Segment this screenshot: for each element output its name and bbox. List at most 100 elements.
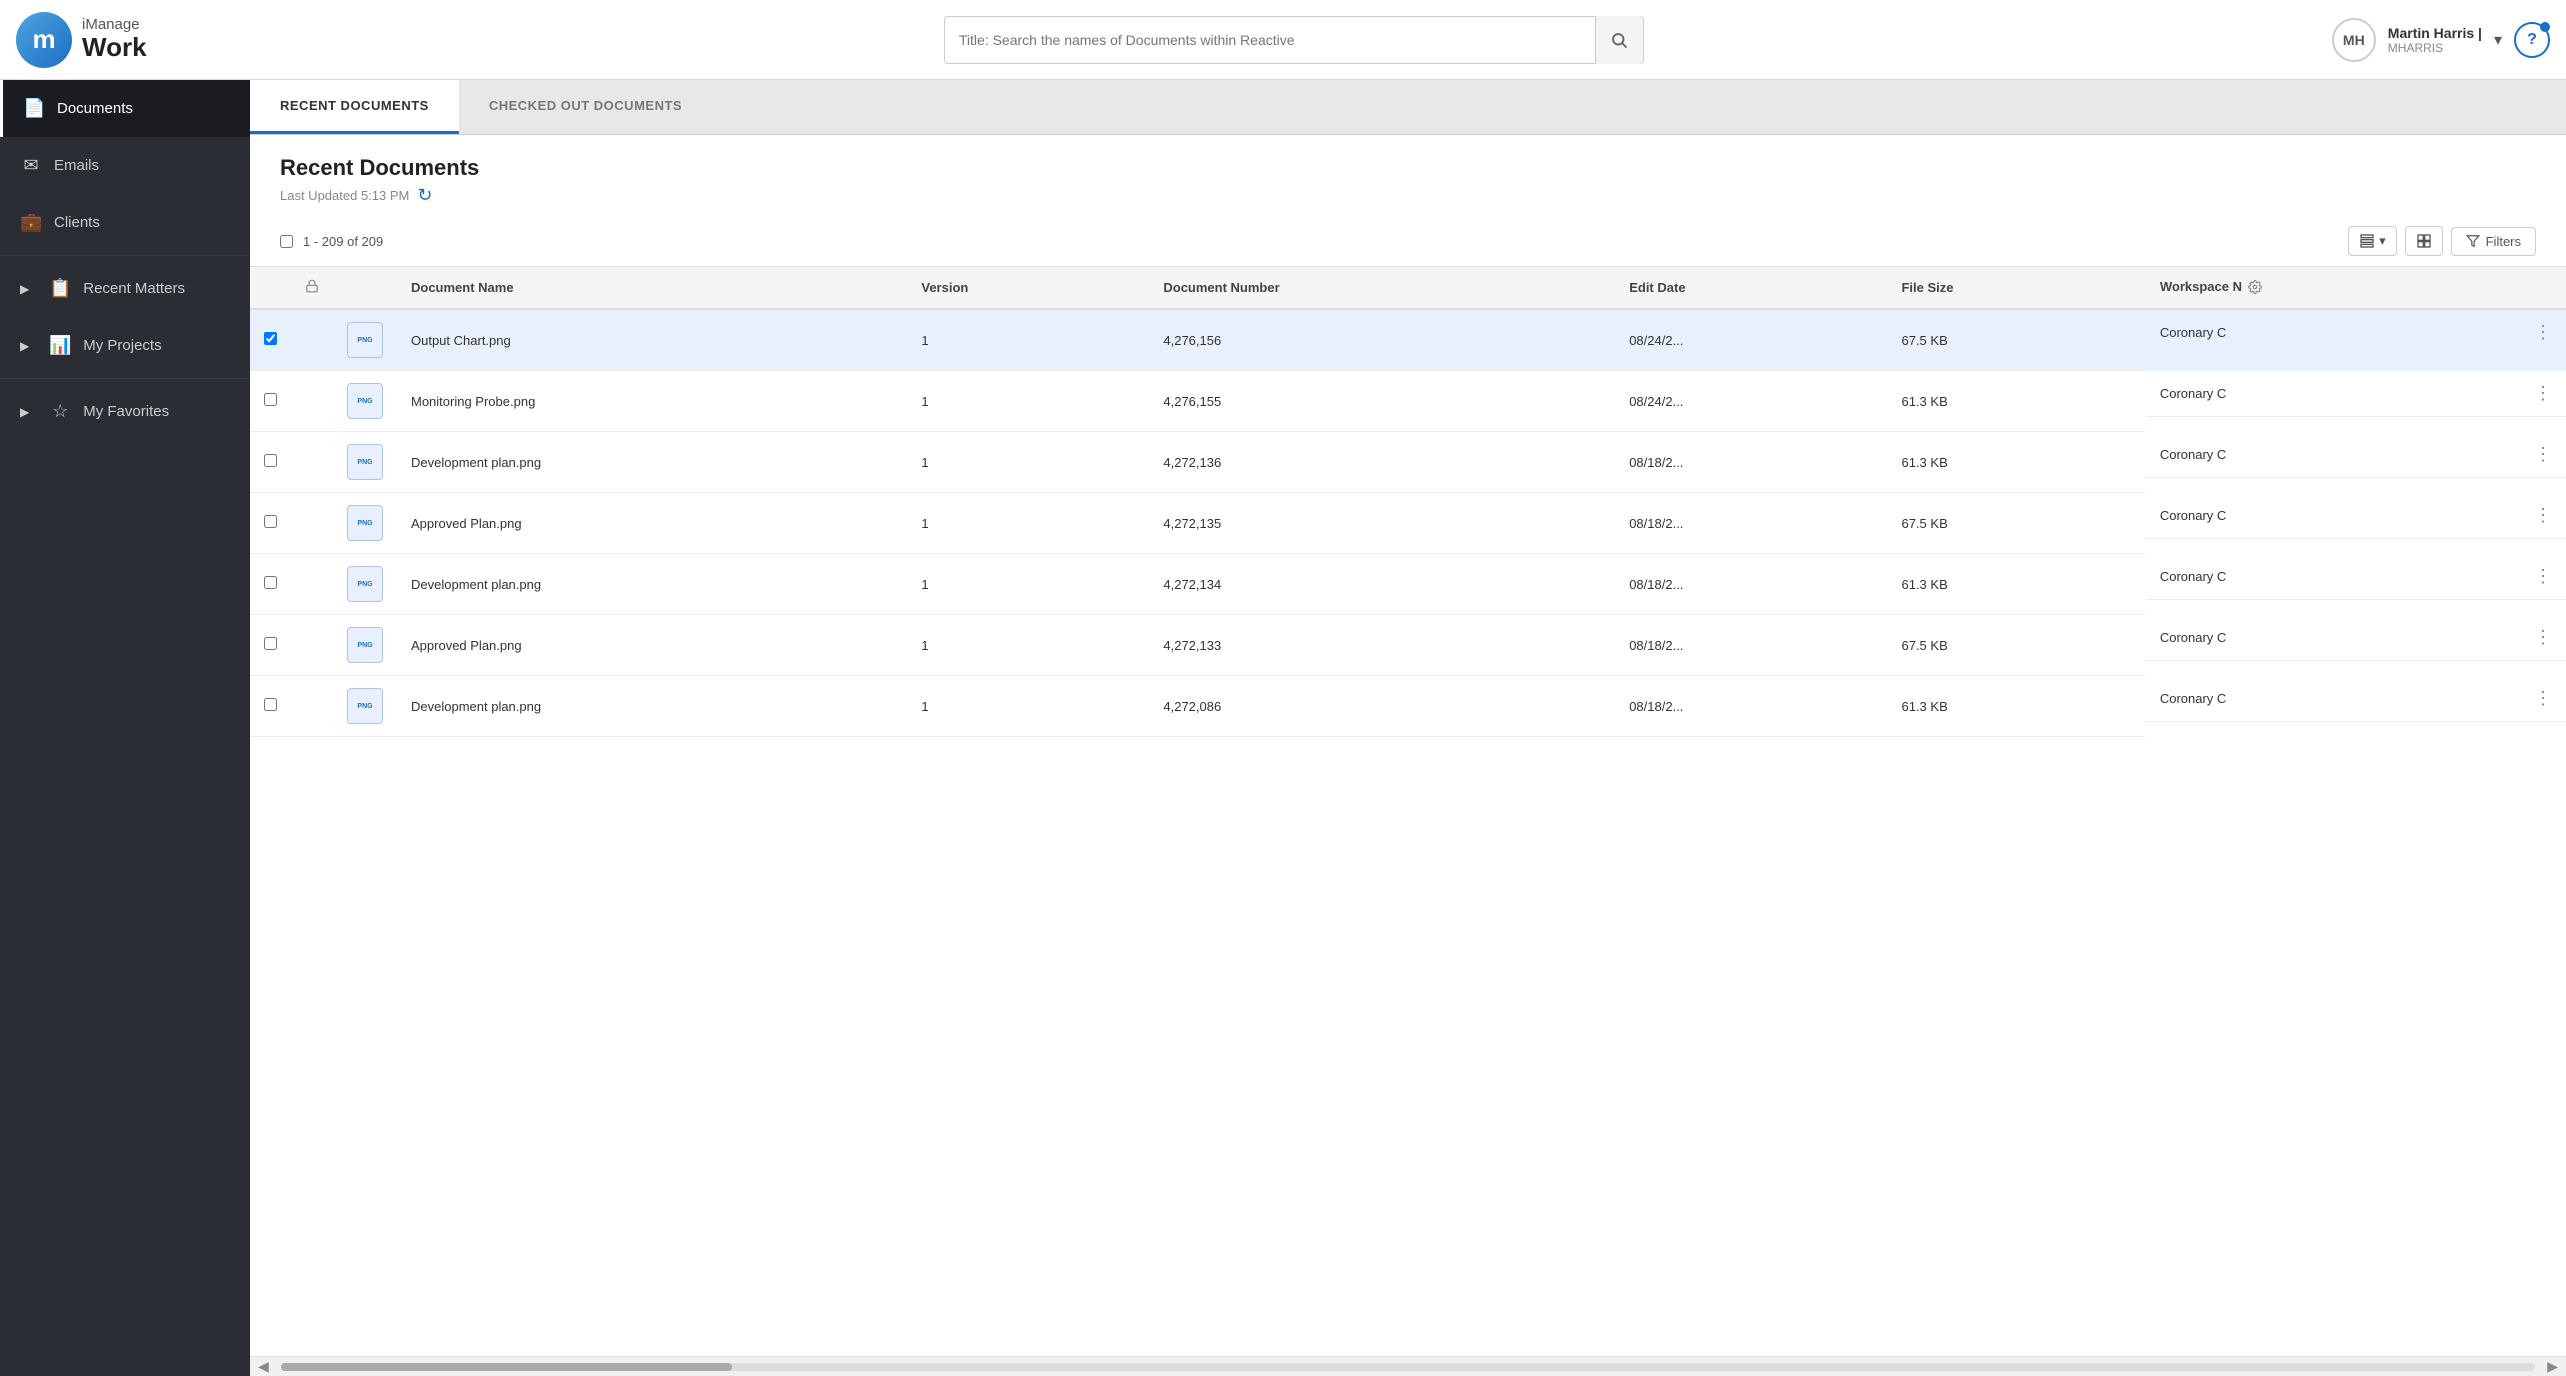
row-workspace: Coronary C ⋮ [2146, 615, 2566, 661]
row-lock-cell [291, 432, 333, 493]
tab-recent-documents[interactable]: RECENT DOCUMENTS [250, 80, 459, 134]
col-workspace[interactable]: Workspace N [2146, 267, 2566, 306]
my-projects-icon: 📊 [49, 335, 71, 356]
row-more-button[interactable]: ⋮ [2534, 444, 2552, 465]
row-doc-name: Development plan.png [397, 676, 907, 737]
col-document-number[interactable]: Document Number [1149, 267, 1615, 309]
row-lock-cell [291, 493, 333, 554]
row-workspace: Coronary C ⋮ [2146, 371, 2566, 417]
row-edit-date: 08/18/2... [1615, 493, 1887, 554]
row-workspace: Coronary C ⋮ [2146, 676, 2566, 722]
row-more-button[interactable]: ⋮ [2534, 688, 2552, 709]
clients-icon: 💼 [20, 212, 42, 233]
row-file-size: 61.3 KB [1887, 554, 2145, 615]
row-checkbox[interactable] [264, 454, 277, 467]
row-doc-number: 4,272,134 [1149, 554, 1615, 615]
refresh-icon[interactable]: ↻ [417, 185, 432, 206]
row-edit-date: 08/18/2... [1615, 676, 1887, 737]
table-row: PNG Development plan.png 1 4,272,086 08/… [250, 676, 2566, 737]
row-file-icon-cell: PNG [333, 493, 397, 554]
row-version: 1 [907, 371, 1149, 432]
table-row: PNG Output Chart.png 1 4,276,156 08/24/2… [250, 309, 2566, 371]
logo-circle: m [16, 12, 72, 68]
row-file-size: 67.5 KB [1887, 493, 2145, 554]
scroll-left-icon[interactable]: ◀ [250, 1358, 277, 1375]
row-more-button[interactable]: ⋮ [2534, 627, 2552, 648]
logo-letter: m [32, 24, 55, 55]
search-area [256, 16, 2332, 64]
row-version: 1 [907, 432, 1149, 493]
grid-view-icon [2416, 233, 2432, 249]
row-file-icon-cell: PNG [333, 554, 397, 615]
emails-icon: ✉ [20, 155, 42, 176]
row-version: 1 [907, 615, 1149, 676]
search-input[interactable] [945, 32, 1595, 48]
help-notification-dot [2540, 22, 2550, 32]
row-more-button[interactable]: ⋮ [2534, 383, 2552, 404]
sidebar-item-emails[interactable]: ✉ Emails [0, 137, 250, 194]
search-icon [1610, 31, 1628, 49]
table-row: PNG Development plan.png 1 4,272,134 08/… [250, 554, 2566, 615]
tab-checked-out-documents[interactable]: CHECKED OUT DOCUMENTS [459, 80, 712, 134]
row-more-button[interactable]: ⋮ [2534, 322, 2552, 343]
sidebar-item-my-favorites[interactable]: ▶ ☆ My Favorites [0, 383, 250, 440]
col-file-size[interactable]: File Size [1887, 267, 2145, 309]
row-checkbox[interactable] [264, 637, 277, 650]
row-doc-name: Monitoring Probe.png [397, 371, 907, 432]
row-lock-cell [291, 554, 333, 615]
sidebar-divider [0, 255, 250, 256]
row-workspace: Coronary C ⋮ [2146, 432, 2566, 478]
row-checkbox-cell [250, 309, 291, 371]
row-doc-number: 4,272,133 [1149, 615, 1615, 676]
file-icon: PNG [347, 688, 383, 724]
sidebar-item-my-projects[interactable]: ▶ 📊 My Projects [0, 317, 250, 374]
row-doc-name: Development plan.png [397, 554, 907, 615]
documents-table: Document Name Version Document Number Ed… [250, 267, 2566, 737]
sidebar-item-recent-matters[interactable]: ▶ 📋 Recent Matters [0, 260, 250, 317]
row-checkbox[interactable] [264, 576, 277, 589]
lock-col-icon [305, 279, 319, 293]
col-file-icon [333, 267, 397, 309]
grid-view-button[interactable] [2405, 226, 2443, 256]
row-file-size: 61.3 KB [1887, 371, 2145, 432]
row-checkbox[interactable] [264, 332, 277, 345]
col-document-name[interactable]: Document Name [397, 267, 907, 309]
row-file-size: 61.3 KB [1887, 432, 2145, 493]
row-checkbox[interactable] [264, 515, 277, 528]
help-label: ? [2527, 31, 2537, 49]
row-checkbox[interactable] [264, 393, 277, 406]
logo-text: iManage Work [82, 17, 147, 62]
my-favorites-expand-arrow: ▶ [20, 405, 29, 419]
table-view-button[interactable]: ▾ [2348, 226, 2397, 256]
row-more-button[interactable]: ⋮ [2534, 566, 2552, 587]
table-row: PNG Approved Plan.png 1 4,272,133 08/18/… [250, 615, 2566, 676]
help-button[interactable]: ? [2514, 22, 2550, 58]
search-button[interactable] [1595, 16, 1643, 64]
row-checkbox-cell [250, 615, 291, 676]
sidebar-item-clients[interactable]: 💼 Clients [0, 194, 250, 251]
documents-icon: 📄 [23, 98, 45, 119]
select-all-checkbox[interactable] [280, 235, 293, 248]
col-edit-date[interactable]: Edit Date [1615, 267, 1887, 309]
row-lock-cell [291, 615, 333, 676]
horizontal-scrollbar[interactable]: ◀ ▶ [250, 1356, 2566, 1376]
my-favorites-icon: ☆ [49, 401, 71, 422]
user-menu-chevron[interactable]: ▾ [2494, 30, 2502, 50]
avatar: MH [2332, 18, 2376, 62]
row-lock-cell [291, 371, 333, 432]
file-icon: PNG [347, 627, 383, 663]
last-updated: Last Updated 5:13 PM ↻ [280, 185, 2536, 206]
row-edit-date: 08/24/2... [1615, 309, 1887, 371]
row-workspace: Coronary C ⋮ [2146, 310, 2566, 356]
content-header: Recent Documents Last Updated 5:13 PM ↻ [250, 135, 2566, 216]
col-settings-icon[interactable] [2248, 280, 2262, 294]
filter-button[interactable]: Filters [2451, 227, 2536, 256]
scroll-right-icon[interactable]: ▶ [2539, 1358, 2566, 1375]
col-version[interactable]: Version [907, 267, 1149, 309]
top-bar: m iManage Work MH Martin Har [0, 0, 2566, 80]
sidebar-item-documents[interactable]: 📄 Documents [0, 80, 250, 137]
row-more-button[interactable]: ⋮ [2534, 505, 2552, 526]
row-checkbox[interactable] [264, 698, 277, 711]
col-lock [291, 267, 333, 309]
row-file-icon-cell: PNG [333, 371, 397, 432]
